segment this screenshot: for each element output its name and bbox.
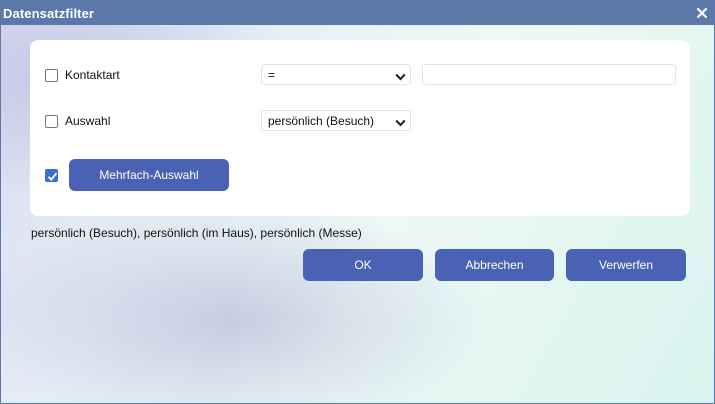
selection-select-value: persönlich (Besuch) bbox=[268, 113, 375, 128]
selection-checkbox[interactable] bbox=[45, 115, 58, 128]
filter-row-multi: Mehrfach-Auswahl bbox=[30, 158, 690, 192]
dialog-titlebar[interactable]: Datensatzfilter bbox=[1, 1, 714, 25]
contact-type-operator-value: = bbox=[268, 67, 276, 82]
dialog-title: Datensatzfilter bbox=[3, 5, 95, 21]
discard-button[interactable]: Verwerfen bbox=[566, 249, 686, 281]
filter-row-contact-type: Kontaktart = bbox=[30, 62, 690, 88]
chevron-down-icon bbox=[395, 116, 406, 130]
contact-type-value-field[interactable] bbox=[422, 64, 676, 85]
close-icon[interactable] bbox=[692, 3, 712, 23]
filter-panel: Kontaktart = Auswahl persönlich (Besuch) bbox=[30, 40, 690, 216]
selection-select[interactable]: persönlich (Besuch) bbox=[261, 110, 411, 131]
cancel-button[interactable]: Abbrechen bbox=[435, 249, 554, 281]
contact-type-checkbox[interactable] bbox=[45, 69, 58, 82]
multi-select-button[interactable]: Mehrfach-Auswahl bbox=[69, 159, 229, 191]
selection-label: Auswahl bbox=[65, 114, 111, 128]
filter-row-selection: Auswahl persönlich (Besuch) bbox=[30, 108, 690, 134]
chevron-down-icon bbox=[395, 70, 406, 84]
selection-summary: persönlich (Besuch), persönlich (im Haus… bbox=[31, 226, 362, 240]
record-filter-dialog: Datensatzfilter Kontaktart = Auswahl per… bbox=[0, 0, 715, 404]
multi-select-checkbox[interactable] bbox=[45, 169, 58, 182]
contact-type-label: Kontaktart bbox=[65, 68, 120, 82]
ok-button[interactable]: OK bbox=[303, 249, 423, 281]
contact-type-operator-select[interactable]: = bbox=[261, 64, 411, 85]
checkmark-icon bbox=[47, 172, 58, 181]
